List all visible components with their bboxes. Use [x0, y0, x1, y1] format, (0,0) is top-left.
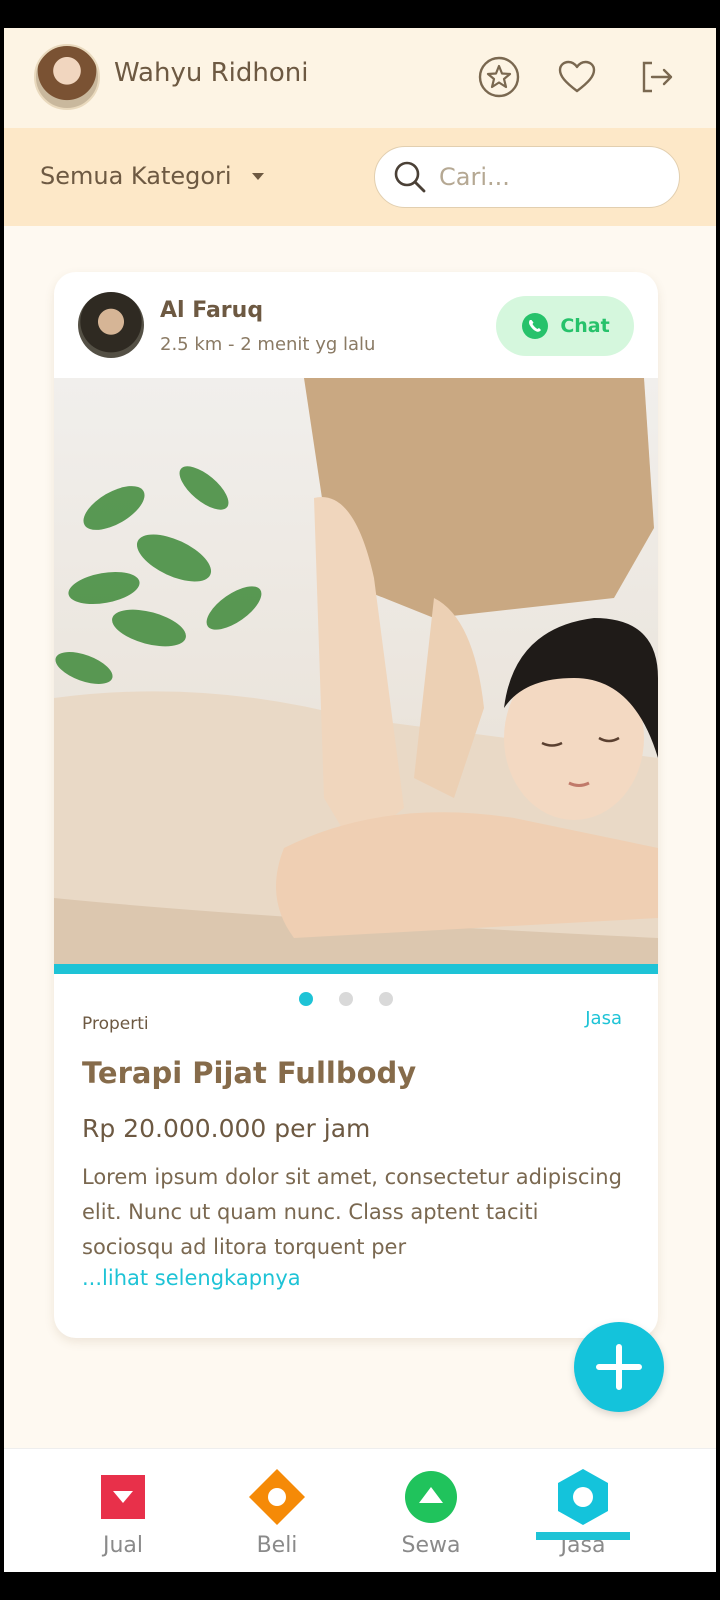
- nav-item-sewa[interactable]: Sewa: [366, 1467, 496, 1558]
- bottom-nav: Jual Beli Sewa Jasa: [4, 1448, 716, 1572]
- nav-label-jual: Jual: [102, 1533, 144, 1558]
- chat-button[interactable]: Chat: [496, 296, 634, 356]
- plus-icon: [596, 1344, 642, 1390]
- nav-label-sewa: Sewa: [401, 1533, 461, 1558]
- beli-icon: [247, 1467, 307, 1527]
- post-title: Terapi Pijat Fullbody: [82, 1056, 417, 1090]
- post-price: Rp 20.000.000 per jam: [82, 1114, 371, 1143]
- carousel-dot-2[interactable]: [339, 992, 353, 1006]
- category-dropdown[interactable]: Semua Kategori: [40, 162, 264, 190]
- seller-avatar[interactable]: [78, 292, 144, 358]
- image-accent-bar: [54, 964, 658, 974]
- top-bar: Wahyu Ridhoni: [4, 28, 716, 128]
- seller-name: Al Faruq: [160, 298, 264, 323]
- post-category: Properti: [82, 1014, 149, 1034]
- category-label: Semua Kategori: [40, 162, 232, 190]
- search-icon: [394, 161, 426, 193]
- active-tab-indicator: [536, 1532, 630, 1540]
- nav-item-jasa[interactable]: Jasa: [518, 1467, 648, 1558]
- user-avatar[interactable]: [34, 44, 100, 110]
- sewa-icon: [401, 1467, 461, 1527]
- seller-meta: 2.5 km - 2 menit yg lalu: [160, 334, 376, 355]
- nav-label-beli: Beli: [256, 1533, 298, 1558]
- jasa-icon: [553, 1467, 613, 1527]
- star-icon[interactable]: [476, 54, 522, 100]
- heart-icon[interactable]: [554, 54, 600, 100]
- search-placeholder: Cari...: [439, 163, 510, 191]
- post-description: Lorem ipsum dolor sit amet, consectetur …: [82, 1165, 622, 1259]
- filter-bar: Semua Kategori Cari...: [4, 128, 716, 226]
- nav-item-beli[interactable]: Beli: [212, 1467, 342, 1558]
- post-card[interactable]: Al Faruq 2.5 km - 2 menit yg lalu Chat P…: [54, 272, 658, 1338]
- post-image[interactable]: [54, 378, 658, 974]
- carousel-dot-1[interactable]: [299, 992, 313, 1006]
- nav-item-jual[interactable]: Jual: [58, 1467, 188, 1558]
- whatsapp-icon: [522, 313, 549, 339]
- search-input[interactable]: Cari...: [374, 146, 680, 208]
- jual-icon: [93, 1467, 153, 1527]
- chat-label: Chat: [560, 315, 610, 337]
- post-type: Jasa: [585, 1008, 622, 1029]
- user-name: Wahyu Ridhoni: [114, 58, 309, 88]
- caret-down-icon: [251, 172, 264, 180]
- add-post-button[interactable]: [574, 1322, 664, 1412]
- carousel-dots: [54, 992, 658, 1006]
- carousel-dot-3[interactable]: [379, 992, 393, 1006]
- see-more-link[interactable]: ...lihat selengkapnya: [82, 1266, 301, 1290]
- logout-icon[interactable]: [634, 54, 680, 100]
- app-screen: Wahyu Ridhoni Semua Kategori Cari... Al …: [4, 28, 716, 1572]
